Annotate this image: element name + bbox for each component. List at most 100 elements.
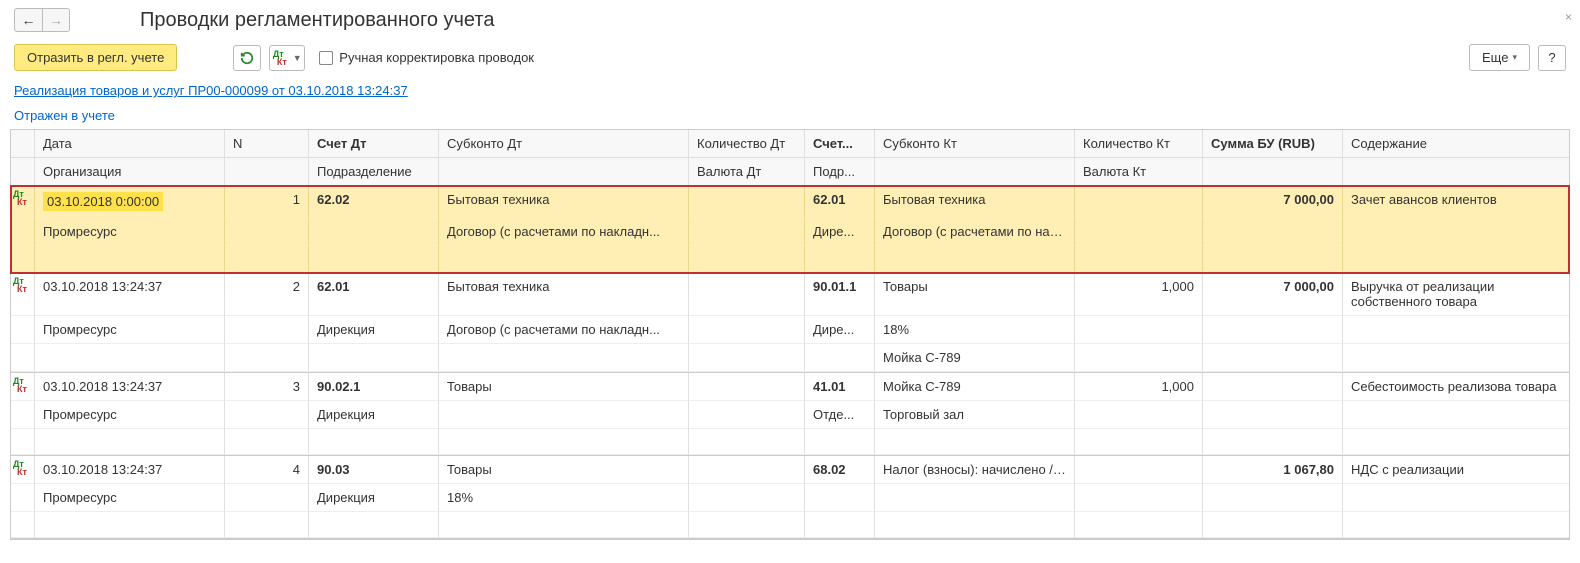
close-icon[interactable]: × [1565, 10, 1572, 24]
postings-grid: Дата N Счет Дт Субконто Дт Количество Дт… [10, 129, 1570, 540]
cell-sub-kt-3 [875, 512, 1075, 538]
cell-sub-dt: Товары [439, 456, 689, 484]
manual-correction-label: Ручная корректировка проводок [339, 50, 534, 65]
cell-sub-dt-2 [439, 401, 689, 429]
cell-desc: Выручка от реализации собственного товар… [1343, 273, 1569, 316]
col-cur-kt[interactable]: Валюта Кт [1075, 158, 1203, 185]
cell-sub-kt: Налог (взносы): начислено / уп... [875, 456, 1075, 484]
cell-sub-dt-3 [439, 246, 689, 272]
col-org[interactable]: Организация [35, 158, 225, 185]
status-text: Отражен в учете [14, 108, 115, 123]
cell-sub-kt-2: Торговый зал [875, 401, 1075, 429]
cell-n: 1 [225, 186, 309, 218]
cell-acct-dt: 90.03 [309, 456, 439, 484]
cell-sub-kt-2 [875, 484, 1075, 512]
col-sub-kt[interactable]: Субконто Кт [875, 130, 1075, 157]
cell-qty-dt [689, 373, 805, 401]
table-row[interactable]: ДтКт 03.10.2018 13:24:37 2 62.01 Бытовая… [11, 273, 1569, 373]
cell-sub-kt-3: Мойка C-789 [875, 344, 1075, 372]
chevron-down-icon: ▼ [293, 53, 302, 63]
cell-dept-dt: Дирекция [309, 401, 439, 429]
col-sub-dt[interactable]: Субконто Дт [439, 130, 689, 157]
cell-sum [1203, 373, 1343, 401]
dtkt-icon: ДтКт [273, 50, 287, 66]
col-cur-dt[interactable]: Валюта Дт [689, 158, 805, 185]
cell-qty-kt: 1,000 [1075, 273, 1203, 316]
page-title: Проводки регламентированного учета [140, 9, 494, 32]
cell-sub-dt-2: 18% [439, 484, 689, 512]
cell-org: Промресурс [35, 218, 225, 246]
nav-back-button[interactable]: ← [14, 8, 42, 32]
cell-dept-dt [309, 218, 439, 246]
col-acct-dt[interactable]: Счет Дт [309, 130, 439, 157]
cell-sub-kt: Бытовая техника [875, 186, 1075, 218]
cell-date: 03.10.2018 13:24:37 [35, 373, 225, 401]
cell-acct-dt: 62.01 [309, 273, 439, 316]
table-row[interactable]: ДтКт 03.10.2018 13:24:37 4 90.03 Товары … [11, 456, 1569, 539]
col-date[interactable]: Дата [35, 130, 225, 157]
table-row[interactable]: ДтКт 03.10.2018 13:24:37 3 90.02.1 Товар… [11, 373, 1569, 456]
cell-desc: Себестоимость реализова товара [1343, 373, 1569, 401]
cell-cur-kt [1075, 316, 1203, 344]
cell-cur-dt [689, 316, 805, 344]
cell-sub-dt-3 [439, 429, 689, 455]
cell-acct-dt: 90.02.1 [309, 373, 439, 401]
cell-date: 03.10.2018 13:24:37 [35, 456, 225, 484]
col-qty-kt[interactable]: Количество Кт [1075, 130, 1203, 157]
nav-forward-button[interactable]: → [42, 8, 70, 32]
cell-n: 3 [225, 373, 309, 401]
col-sum[interactable]: Сумма БУ (RUB) [1203, 130, 1343, 157]
cell-dept-dt: Дирекция [309, 316, 439, 344]
reflect-button[interactable]: Отразить в регл. учете [14, 44, 177, 71]
cell-date: 03.10.2018 0:00:00 [35, 186, 225, 218]
cell-qty-kt [1075, 456, 1203, 484]
table-row[interactable]: ДтКт 03.10.2018 0:00:00 1 62.02 Бытовая … [11, 186, 1569, 273]
cell-sub-dt: Бытовая техника [439, 186, 689, 218]
cell-org: Промресурс [35, 484, 225, 512]
cell-dept-kt: Дире... [805, 218, 875, 246]
col-dept-kt[interactable]: Подр... [805, 158, 875, 185]
cell-cur-kt [1075, 484, 1203, 512]
cell-sub-dt: Товары [439, 373, 689, 401]
more-button[interactable]: Еще ▾ [1469, 44, 1530, 71]
dtkt-icon: ДтКт [13, 190, 27, 206]
cell-sub-kt: Товары [875, 273, 1075, 316]
cell-org: Промресурс [35, 401, 225, 429]
cell-dept-kt: Дире... [805, 316, 875, 344]
cell-dept-kt [805, 484, 875, 512]
help-button[interactable]: ? [1538, 45, 1566, 71]
cell-qty-dt [689, 456, 805, 484]
col-acct-kt[interactable]: Счет... [805, 130, 875, 157]
cell-sub-dt: Бытовая техника [439, 273, 689, 316]
cell-sub-dt-3 [439, 512, 689, 538]
dtkt-icon: ДтКт [13, 377, 27, 393]
cell-sub-dt-2: Договор (с расчетами по накладн... [439, 218, 689, 246]
cell-sub-kt: Мойка C-789 [875, 373, 1075, 401]
cell-desc: НДС с реализации [1343, 456, 1569, 484]
cell-cur-dt [689, 218, 805, 246]
col-dept[interactable]: Подразделение [309, 158, 439, 185]
cell-acct-dt: 62.02 [309, 186, 439, 218]
cell-cur-kt [1075, 401, 1203, 429]
col-n[interactable]: N [225, 130, 309, 157]
cell-cur-kt [1075, 218, 1203, 246]
cell-acct-kt: 68.02 [805, 456, 875, 484]
refresh-icon [240, 51, 254, 65]
cell-org: Промресурс [35, 316, 225, 344]
refresh-button[interactable] [233, 45, 261, 71]
cell-dept-kt: Отде... [805, 401, 875, 429]
cell-sum: 7 000,00 [1203, 273, 1343, 316]
cell-n: 4 [225, 456, 309, 484]
cell-date: 03.10.2018 13:24:37 [35, 273, 225, 316]
manual-correction-checkbox[interactable] [319, 51, 333, 65]
cell-sub-kt-3 [875, 246, 1075, 272]
col-qty-dt[interactable]: Количество Дт [689, 130, 805, 157]
cell-sum: 1 067,80 [1203, 456, 1343, 484]
document-link[interactable]: Реализация товаров и услуг ПР00-000099 о… [14, 83, 408, 98]
dtkt-button[interactable]: ДтКт ▼ [269, 45, 305, 71]
col-desc[interactable]: Содержание [1343, 130, 1569, 157]
dtkt-icon: ДтКт [13, 277, 27, 293]
cell-sum: 7 000,00 [1203, 186, 1343, 218]
cell-cur-dt [689, 401, 805, 429]
cell-acct-kt: 62.01 [805, 186, 875, 218]
